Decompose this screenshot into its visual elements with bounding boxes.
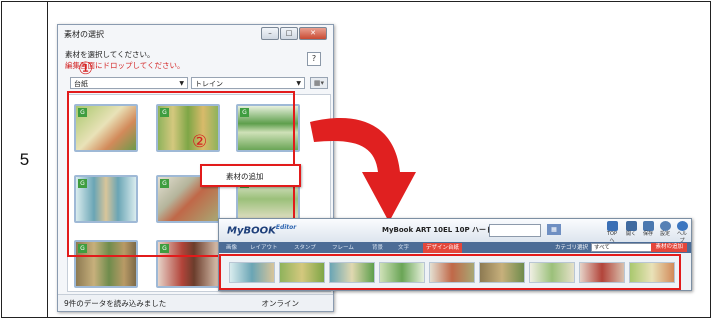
toolbar-label: 設定 [659, 231, 670, 237]
view-mode-button[interactable]: ▦▾ [310, 77, 328, 89]
toolbar-save[interactable]: 保存 [641, 221, 655, 238]
context-menu: 素材の追加 [200, 164, 301, 187]
chevron-down-icon: ▼ [296, 80, 301, 87]
status-message: 9件のデータを読み込みました [64, 299, 167, 308]
tab-frame[interactable]: フレーム [329, 243, 357, 253]
strip-highlight-box [219, 254, 681, 290]
close-button[interactable]: ✕ [299, 27, 327, 40]
help-icon [676, 221, 688, 231]
tab-background[interactable]: 背景 [369, 243, 386, 253]
status-bar: 9件のデータを読み込みました オンライン [58, 294, 333, 311]
curved-arrow-icon [310, 118, 416, 222]
help-button[interactable]: ? [307, 52, 321, 66]
home-icon [606, 221, 618, 231]
add-material-button[interactable]: 素材の追加 [651, 243, 687, 252]
connection-status: オンライン [261, 299, 300, 308]
design-select-value: トレイン [195, 80, 223, 88]
save-icon [642, 221, 654, 231]
toolbar-settings[interactable]: 設定 [658, 221, 672, 238]
step-marker-1: ① [78, 59, 94, 79]
tab-image[interactable]: 画像 [223, 243, 240, 253]
dialog-title: 素材の選択 [64, 30, 104, 39]
step-column: 5 [2, 2, 48, 317]
design-select[interactable]: トレイン ▼ [191, 77, 305, 89]
step-marker-2: ② [192, 132, 208, 152]
editor-tab-bar: 画像 レイアウト スタンプ フレーム 背景 文字 デザイン台紙 カテゴリ選択 す… [219, 242, 691, 253]
add-material-menu-item[interactable]: 素材の追加 [226, 171, 264, 182]
toolbar-label: 開く [625, 231, 636, 237]
product-select[interactable] [489, 224, 541, 237]
window-controls: – □ ✕ [261, 27, 327, 40]
tab-design-mount[interactable]: デザイン台紙 [423, 243, 463, 253]
minimize-button[interactable]: – [261, 27, 279, 40]
product-apply-button[interactable]: ▦ [547, 224, 561, 235]
toolbar-label: 保存 [642, 231, 653, 237]
category-dropdown[interactable]: すべて [591, 243, 653, 252]
folder-icon [625, 221, 637, 231]
tab-stamp[interactable]: スタンプ [291, 243, 319, 253]
category-select-value: 台紙 [74, 80, 88, 88]
mybook-logo: MyBOOKEditor [227, 224, 297, 237]
tab-text[interactable]: 文字 [395, 243, 412, 253]
category-label: カテゴリ選択 [555, 245, 589, 251]
maximize-button[interactable]: □ [280, 27, 298, 40]
editor-header: MyBOOKEditor MyBook ART 10EL 10P ハードカバー … [219, 219, 691, 244]
tab-layout[interactable]: レイアウト [247, 243, 281, 253]
step-number: 5 [19, 150, 30, 169]
gear-icon [659, 221, 671, 231]
toolbar-open[interactable]: 開く [624, 221, 638, 238]
chevron-down-icon: ▼ [179, 80, 184, 87]
